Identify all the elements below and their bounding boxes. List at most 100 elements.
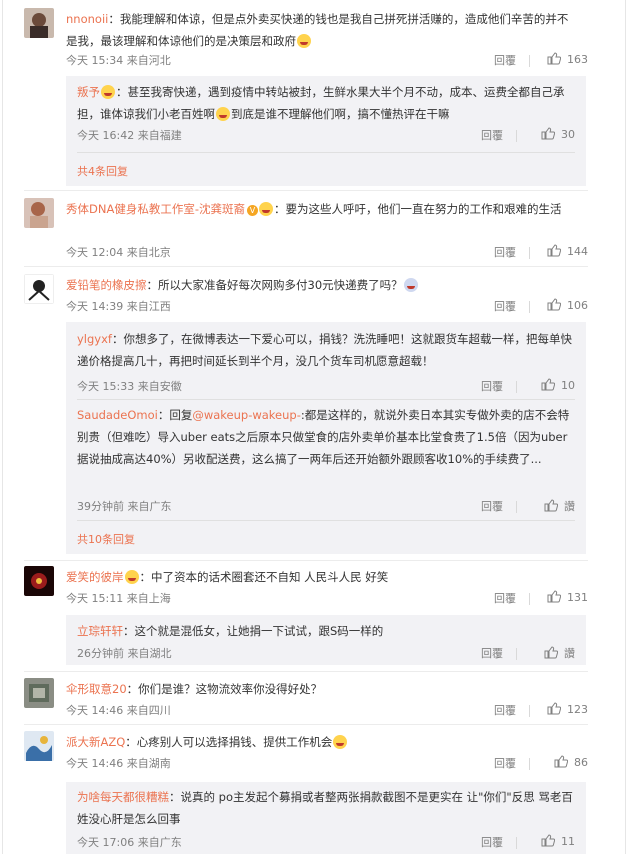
separator xyxy=(516,837,517,849)
separator xyxy=(516,501,517,513)
emoji-icon xyxy=(297,34,311,48)
comment-text: 你们是谁？这物流效率你没得好处？ xyxy=(138,682,323,696)
comment-time: 今天 15:11 来自上海 xyxy=(66,592,171,605)
reply-time: 今天 16:42 来自福建 xyxy=(77,129,182,142)
comment-text: 我能理解和体谅，但是点外卖买快递的钱也是我自己拼死拼活赚的，造成他们辛苦的并不是… xyxy=(66,12,569,48)
avatar[interactable] xyxy=(24,8,54,38)
like-button[interactable]: 86 xyxy=(540,755,588,769)
sub-reply-box: ylgyxf：你想多了，在微博表达一下爱心可以，捐钱？洗洗睡吧！这就跟货车超载一… xyxy=(66,322,586,554)
divider xyxy=(24,190,588,191)
like-button[interactable]: 144 xyxy=(540,244,588,258)
reply-username[interactable]: ylgyxf xyxy=(77,332,112,346)
reply-button[interactable]: 回覆 xyxy=(494,298,516,314)
more-replies-link[interactable]: 共10条回复 xyxy=(77,531,135,547)
reply-username[interactable]: 叛予 xyxy=(77,85,100,99)
thumbs-up-icon xyxy=(544,499,558,512)
emoji-icon xyxy=(258,202,273,216)
comment-time: 今天 14:46 来自四川 xyxy=(66,704,171,717)
reply-button[interactable]: 回覆 xyxy=(494,52,516,68)
separator xyxy=(529,593,530,605)
comment-meta: 今天 12:04 来自北京 回覆 144 xyxy=(66,244,588,262)
divider xyxy=(24,266,588,267)
comment-item: 爱笑的彼岸 ：中了资本的话术圈套还不自知 人民斗人民 好笑 今天 15:11 来自… xyxy=(24,566,588,610)
reply-button[interactable]: 回覆 xyxy=(481,378,503,394)
comment-username[interactable]: 伞形取意20 xyxy=(66,682,127,696)
verified-badge-icon: V xyxy=(246,205,258,216)
comment-text: 中了资本的话术圈套还不自知 人民斗人民 好笑 xyxy=(151,570,389,584)
thumbs-up-icon xyxy=(544,646,558,659)
avatar[interactable] xyxy=(24,198,54,228)
comment-username[interactable]: 爱铅笔的橡皮擦 xyxy=(66,278,147,292)
like-button[interactable]: 123 xyxy=(540,702,588,716)
like-count: 163 xyxy=(567,53,588,66)
divider xyxy=(24,560,588,561)
reply-button[interactable]: 回覆 xyxy=(481,498,503,514)
reply-button[interactable]: 回覆 xyxy=(481,127,503,143)
reply-meta: 26分钟前 来自湖北 回覆 讚 xyxy=(77,645,575,663)
like-count: 144 xyxy=(567,245,588,258)
emoji-icon xyxy=(403,278,418,292)
sub-reply-box: 为啥每天都很糟糕：说真的 po主发起个募捐或者整两张捐款截图不是更实在 让"你们… xyxy=(66,782,586,854)
reply-button[interactable]: 回覆 xyxy=(481,645,503,661)
thumbs-up-icon xyxy=(547,590,561,603)
divider xyxy=(77,152,575,153)
comment-meta: 今天 14:46 来自四川 回覆 123 xyxy=(66,702,588,720)
comment-username[interactable]: 爱笑的彼岸 xyxy=(66,570,124,584)
sub-reply-item: SaudadeOmoi：回复@wakeup-wakeup-:都是这样的，就说外卖… xyxy=(77,404,575,513)
reply-button[interactable]: 回覆 xyxy=(494,755,516,771)
comment-username[interactable]: nnonoii xyxy=(66,12,108,26)
more-replies-link[interactable]: 共4条回复 xyxy=(77,163,128,179)
reply-time: 39分钟前 来自广东 xyxy=(77,500,172,513)
reply-button[interactable]: 回覆 xyxy=(494,590,516,606)
comment-item: 秀体DNA健身私教工作室-沈龚斑裔 V ：要为这些人呼吁，他们一直在努力的工作和艰难… xyxy=(24,198,588,264)
like-button[interactable]: 30 xyxy=(527,127,575,141)
emoji-icon xyxy=(216,107,230,121)
reply-button[interactable]: 回覆 xyxy=(494,244,516,260)
thumbs-up-icon xyxy=(547,702,561,715)
reply-username[interactable]: 为啥每天都很糟糕 xyxy=(77,790,169,804)
like-button[interactable]: 讚 xyxy=(527,498,575,514)
comment-text: 要为这些人呼吁，他们一直在努力的工作和艰难的生活 xyxy=(285,202,562,216)
reply-text: 这个就是混低女，让她捐一下试试，跟S码一样的 xyxy=(134,624,384,638)
reply-button[interactable]: 回覆 xyxy=(494,702,516,718)
avatar[interactable] xyxy=(24,731,54,761)
like-count: 106 xyxy=(567,299,588,312)
avatar[interactable] xyxy=(24,678,54,708)
like-button[interactable]: 讚 xyxy=(527,645,575,661)
sub-reply-item: 立琮轩轩：这个就是混低女，让她捐一下试试，跟S码一样的 26分钟前 来自湖北 回… xyxy=(77,620,575,660)
separator xyxy=(516,130,517,142)
comment-text: 所以大家准备好每次网购多付30元快递费了吗？ xyxy=(158,278,403,292)
divider xyxy=(77,399,575,400)
sub-reply-item: 为啥每天都很糟糕：说真的 po主发起个募捐或者整两张捐款截图不是更实在 让"你们… xyxy=(77,786,575,849)
comment-username[interactable]: 秀体DNA健身私教工作室-沈龚斑裔 xyxy=(66,202,245,216)
like-count: 讚 xyxy=(564,647,575,660)
reply-button[interactable]: 回覆 xyxy=(481,834,503,850)
avatar[interactable] xyxy=(24,566,54,596)
thumbs-up-icon xyxy=(554,755,568,768)
separator xyxy=(529,247,530,259)
thumbs-up-icon xyxy=(541,834,555,847)
reply-time: 今天 15:33 来自安徽 xyxy=(77,380,182,393)
separator xyxy=(529,705,530,717)
comment-time: 今天 15:34 来自河北 xyxy=(66,54,171,67)
reply-username[interactable]: 立琮轩轩 xyxy=(77,624,123,638)
like-button[interactable]: 163 xyxy=(540,52,588,66)
avatar[interactable] xyxy=(24,274,54,304)
reply-meta: 今天 17:06 来自广东 回覆 11 xyxy=(77,834,575,852)
like-button[interactable]: 106 xyxy=(540,298,588,312)
comment-username[interactable]: 派大新AZQ xyxy=(66,735,125,749)
reply-text-continued: 到底是谁不理解他们啊，搞不懂热评在干嘛 xyxy=(231,107,450,121)
separator xyxy=(529,301,530,313)
separator xyxy=(529,758,530,770)
comment-text: 心疼别人可以选择捐钱、提供工作机会 xyxy=(136,735,333,749)
like-button[interactable]: 11 xyxy=(527,834,575,848)
reply-time: 今天 17:06 来自广东 xyxy=(77,836,182,849)
reply-username[interactable]: SaudadeOmoi xyxy=(77,408,158,422)
mention-link[interactable]: @wakeup-wakeup- xyxy=(192,408,301,422)
like-button[interactable]: 131 xyxy=(540,590,588,604)
comment-item: 伞形取意20：你们是谁？这物流效率你没得好处？ 今天 14:46 来自四川 回覆… xyxy=(24,678,588,722)
sub-reply-item: 叛予 ：甚至我寄快递，遇到疫情中转站被封，生鲜水果大半个月不动，成本、运费全都自己… xyxy=(77,81,575,142)
like-button[interactable]: 10 xyxy=(527,378,575,392)
comment-meta: 今天 15:11 来自上海 回覆 131 xyxy=(66,590,588,608)
comment-meta: 今天 14:39 来自江西 回覆 106 xyxy=(66,298,588,316)
